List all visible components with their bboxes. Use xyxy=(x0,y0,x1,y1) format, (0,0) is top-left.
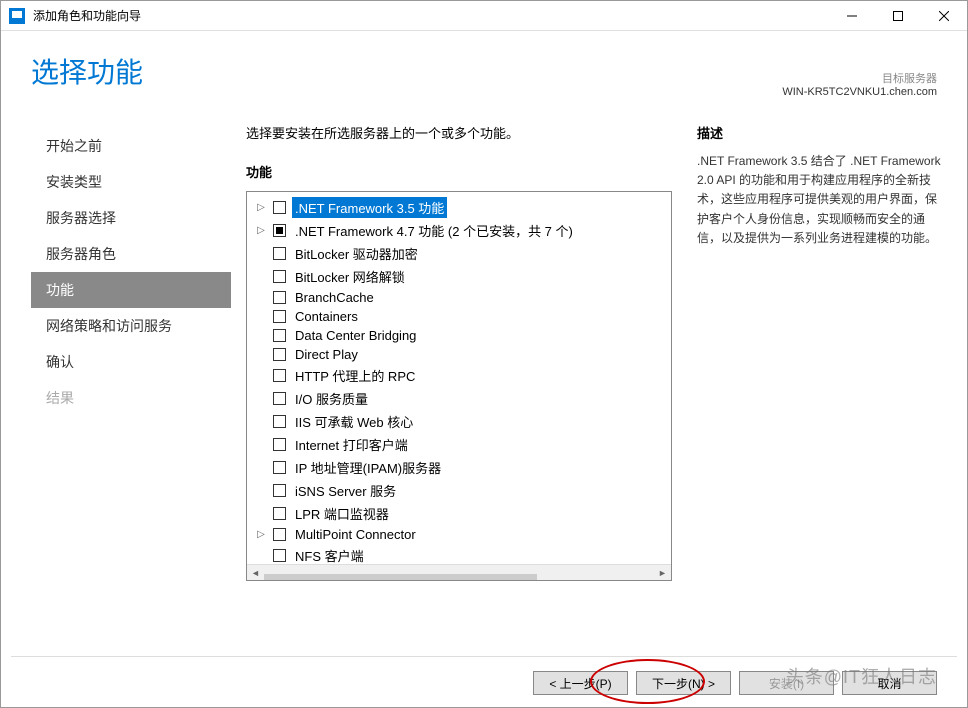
feature-checkbox[interactable] xyxy=(273,438,286,451)
nav-item-3[interactable]: 服务器角色 xyxy=(31,236,231,272)
wizard-window: 添加角色和功能向导 选择功能 目标服务器 WIN-KR5TC2VNKU1.che… xyxy=(0,0,968,708)
feature-checkbox[interactable] xyxy=(273,224,286,237)
expander-icon[interactable]: ▷ xyxy=(255,225,267,236)
target-server: WIN-KR5TC2VNKU1.chen.com xyxy=(782,86,937,98)
minimize-button[interactable] xyxy=(829,1,875,31)
page-title: 选择功能 xyxy=(31,51,143,91)
feature-label[interactable]: .NET Framework 4.7 功能 (2 个已安装，共 7 个) xyxy=(292,220,576,241)
header-area: 选择功能 目标服务器 WIN-KR5TC2VNKU1.chen.com xyxy=(1,31,967,113)
feature-item[interactable]: ▷ .NET Framework 3.5 功能 xyxy=(247,196,671,219)
expander-icon[interactable]: ▷ xyxy=(255,202,267,213)
feature-checkbox[interactable] xyxy=(273,270,286,283)
feature-label[interactable]: BitLocker 网络解锁 xyxy=(292,266,408,287)
maximize-button[interactable] xyxy=(875,1,921,31)
scroll-right-button[interactable]: ► xyxy=(654,565,671,582)
scroll-left-button[interactable]: ◄ xyxy=(247,565,264,582)
feature-item[interactable]: ▷HTTP 代理上的 RPC xyxy=(247,364,671,387)
feature-checkbox[interactable] xyxy=(273,291,286,304)
nav-item-7: 结果 xyxy=(31,380,231,416)
cancel-button[interactable]: 取消 xyxy=(842,671,937,695)
feature-label[interactable]: iSNS Server 服务 xyxy=(292,480,399,501)
feature-checkbox[interactable] xyxy=(273,461,286,474)
previous-button[interactable]: < 上一步(P) xyxy=(533,671,628,695)
feature-item[interactable]: ▷Containers xyxy=(247,307,671,326)
feature-item[interactable]: ▷ .NET Framework 4.7 功能 (2 个已安装，共 7 个) xyxy=(247,219,671,242)
feature-label[interactable]: MultiPoint Connector xyxy=(292,526,419,543)
feature-label[interactable]: I/O 服务质量 xyxy=(292,388,371,409)
features-column: 选择要安装在所选服务器上的一个或多个功能。 功能 ▷ .NET Framework… xyxy=(246,123,672,613)
nav-item-0[interactable]: 开始之前 xyxy=(31,128,231,164)
feature-label[interactable]: Data Center Bridging xyxy=(292,327,419,344)
features-header: 功能 xyxy=(246,162,672,181)
feature-item[interactable]: ▷IP 地址管理(IPAM)服务器 xyxy=(247,456,671,479)
feature-checkbox[interactable] xyxy=(273,484,286,497)
titlebar: 添加角色和功能向导 xyxy=(1,1,967,31)
feature-checkbox[interactable] xyxy=(273,348,286,361)
nav-item-4[interactable]: 功能 xyxy=(31,272,231,308)
feature-label[interactable]: IP 地址管理(IPAM)服务器 xyxy=(292,457,444,478)
description-header: 描述 xyxy=(697,123,942,142)
feature-items-container[interactable]: ▷ .NET Framework 3.5 功能 ▷ .NET Framework 4.… xyxy=(247,192,671,564)
feature-checkbox[interactable] xyxy=(273,247,286,260)
feature-label[interactable]: Internet 打印客户端 xyxy=(292,434,411,455)
install-button[interactable]: 安装(I) xyxy=(739,671,834,695)
description-text: .NET Framework 3.5 结合了 .NET Framework 2.… xyxy=(697,152,942,248)
feature-item[interactable]: ▷NFS 客户端 xyxy=(247,544,671,564)
feature-label[interactable]: Direct Play xyxy=(292,346,361,363)
feature-item[interactable]: ▷BitLocker 网络解锁 xyxy=(247,265,671,288)
feature-checkbox[interactable] xyxy=(273,201,286,214)
feature-item[interactable]: ▷IIS 可承载 Web 核心 xyxy=(247,410,671,433)
feature-checkbox[interactable] xyxy=(273,392,286,405)
feature-label[interactable]: NFS 客户端 xyxy=(292,545,367,564)
button-bar: < 上一步(P) 下一步(N) > 安装(I) 取消 xyxy=(533,656,937,695)
feature-label[interactable]: IIS 可承载 Web 核心 xyxy=(292,411,416,432)
target-label: 目标服务器 xyxy=(782,70,937,86)
next-button[interactable]: 下一步(N) > xyxy=(636,671,731,695)
instruction-text: 选择要安装在所选服务器上的一个或多个功能。 xyxy=(246,123,672,142)
feature-checkbox[interactable] xyxy=(273,528,286,541)
feature-checkbox[interactable] xyxy=(273,415,286,428)
feature-item[interactable]: ▷BitLocker 驱动器加密 xyxy=(247,242,671,265)
feature-item[interactable]: ▷ MultiPoint Connector xyxy=(247,525,671,544)
feature-item[interactable]: ▷LPR 端口监视器 xyxy=(247,502,671,525)
feature-item[interactable]: ▷I/O 服务质量 xyxy=(247,387,671,410)
nav-item-6[interactable]: 确认 xyxy=(31,344,231,380)
feature-list: ▷ .NET Framework 3.5 功能 ▷ .NET Framework 4.… xyxy=(246,191,672,581)
nav-sidebar: 开始之前安装类型服务器选择服务器角色功能网络策略和访问服务确认结果 xyxy=(31,113,231,613)
window-title: 添加角色和功能向导 xyxy=(33,7,829,24)
main-content: 开始之前安装类型服务器选择服务器角色功能网络策略和访问服务确认结果 选择要安装在… xyxy=(1,113,967,613)
feature-label[interactable]: LPR 端口监视器 xyxy=(292,503,392,524)
feature-item[interactable]: ▷BranchCache xyxy=(247,288,671,307)
nav-item-1[interactable]: 安装类型 xyxy=(31,164,231,200)
feature-item[interactable]: ▷Direct Play xyxy=(247,345,671,364)
feature-checkbox[interactable] xyxy=(273,507,286,520)
feature-checkbox[interactable] xyxy=(273,549,286,562)
window-controls xyxy=(829,1,967,31)
content-area: 选择要安装在所选服务器上的一个或多个功能。 功能 ▷ .NET Framework… xyxy=(231,113,967,613)
expander-icon[interactable]: ▷ xyxy=(255,529,267,540)
feature-checkbox[interactable] xyxy=(273,310,286,323)
feature-label[interactable]: BranchCache xyxy=(292,289,377,306)
feature-item[interactable]: ▷Internet 打印客户端 xyxy=(247,433,671,456)
feature-label[interactable]: HTTP 代理上的 RPC xyxy=(292,365,418,386)
description-column: 描述 .NET Framework 3.5 结合了 .NET Framework… xyxy=(697,123,942,613)
feature-item[interactable]: ▷iSNS Server 服务 xyxy=(247,479,671,502)
nav-item-5[interactable]: 网络策略和访问服务 xyxy=(31,308,231,344)
horizontal-scrollbar[interactable]: ◄ ► xyxy=(247,564,671,581)
scroll-thumb[interactable] xyxy=(264,574,537,581)
feature-checkbox[interactable] xyxy=(273,329,286,342)
target-info: 目标服务器 WIN-KR5TC2VNKU1.chen.com xyxy=(782,70,937,98)
feature-label[interactable]: Containers xyxy=(292,308,361,325)
feature-checkbox[interactable] xyxy=(273,369,286,382)
feature-label[interactable]: .NET Framework 3.5 功能 xyxy=(292,197,447,218)
app-icon xyxy=(9,8,25,24)
nav-item-2[interactable]: 服务器选择 xyxy=(31,200,231,236)
feature-label[interactable]: BitLocker 驱动器加密 xyxy=(292,243,421,264)
close-button[interactable] xyxy=(921,1,967,31)
feature-item[interactable]: ▷Data Center Bridging xyxy=(247,326,671,345)
